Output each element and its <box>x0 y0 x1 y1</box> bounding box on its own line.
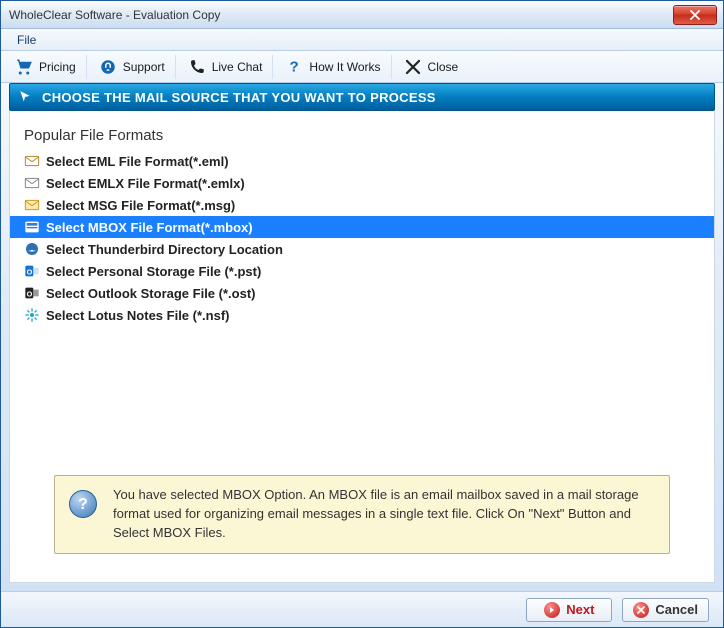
content-area: CHOOSE THE MAIL SOURCE THAT YOU WANT TO … <box>1 83 723 591</box>
toolbar-label: How It Works <box>309 60 380 74</box>
mail-icon <box>24 197 40 213</box>
toolbar-pricing[interactable]: Pricing <box>5 55 87 79</box>
outlook-icon: O <box>24 263 40 279</box>
cart-icon <box>15 58 33 76</box>
headset-icon <box>99 58 117 76</box>
toolbar-support[interactable]: Support <box>89 55 176 79</box>
toolbar-close[interactable]: Close <box>394 55 469 79</box>
cancel-icon <box>633 602 649 618</box>
format-label: Select EML File Format(*.eml) <box>46 154 229 169</box>
group-label: Popular File Formats <box>10 121 714 150</box>
toolbar-label: Close <box>428 60 459 74</box>
format-pst[interactable]: O Select Personal Storage File (*.pst) <box>10 260 714 282</box>
format-eml[interactable]: Select EML File Format(*.eml) <box>10 150 714 172</box>
window-title: WholeClear Software - Evaluation Copy <box>9 8 673 22</box>
format-label: Select Outlook Storage File (*.ost) <box>46 286 255 301</box>
app-window: WholeClear Software - Evaluation Copy Fi… <box>0 0 724 628</box>
spacer <box>10 326 714 467</box>
menubar: File <box>1 29 723 51</box>
cancel-button[interactable]: Cancel <box>622 598 709 622</box>
format-label: Select Thunderbird Directory Location <box>46 242 283 257</box>
format-ost[interactable]: O Select Outlook Storage File (*.ost) <box>10 282 714 304</box>
next-button[interactable]: Next <box>526 598 612 622</box>
x-icon <box>404 58 422 76</box>
button-label: Cancel <box>655 602 698 617</box>
format-list: Select EML File Format(*.eml) Select EML… <box>10 150 714 326</box>
pointer-icon <box>16 88 34 106</box>
phone-icon <box>188 58 206 76</box>
format-panel: Popular File Formats Select EML File For… <box>9 111 715 583</box>
format-label: Select MBOX File Format(*.mbox) <box>46 220 253 235</box>
question-icon: ? <box>285 58 303 76</box>
format-label: Select EMLX File Format(*.emlx) <box>46 176 245 191</box>
info-text: You have selected MBOX Option. An MBOX f… <box>113 486 655 543</box>
titlebar: WholeClear Software - Evaluation Copy <box>1 1 723 29</box>
window-close-button[interactable] <box>673 5 717 25</box>
arrow-right-icon <box>544 602 560 618</box>
button-label: Next <box>566 602 594 617</box>
format-label: Select Lotus Notes File (*.nsf) <box>46 308 229 323</box>
format-mbox[interactable]: Select MBOX File Format(*.mbox) <box>10 216 714 238</box>
format-nsf[interactable]: Select Lotus Notes File (*.nsf) <box>10 304 714 326</box>
svg-text:?: ? <box>290 58 299 75</box>
format-thunderbird[interactable]: Select Thunderbird Directory Location <box>10 238 714 260</box>
toolbar-livechat[interactable]: Live Chat <box>178 55 274 79</box>
toolbar-howitworks[interactable]: ? How It Works <box>275 55 391 79</box>
format-label: Select Personal Storage File (*.pst) <box>46 264 261 279</box>
menu-file[interactable]: File <box>9 31 44 49</box>
banner-text: CHOOSE THE MAIL SOURCE THAT YOU WANT TO … <box>42 90 436 105</box>
mbox-icon <box>24 219 40 235</box>
help-icon: ? <box>69 490 97 518</box>
outlook-dark-icon: O <box>24 285 40 301</box>
mail-icon <box>24 153 40 169</box>
toolbar-label: Pricing <box>39 60 76 74</box>
thunderbird-icon <box>24 241 40 257</box>
footer: Next Cancel <box>1 591 723 627</box>
toolbar: Pricing Support Live Chat ? How It Works… <box>1 51 723 83</box>
format-label: Select MSG File Format(*.msg) <box>46 198 235 213</box>
format-msg[interactable]: Select MSG File Format(*.msg) <box>10 194 714 216</box>
svg-text:O: O <box>27 289 33 298</box>
close-icon <box>690 10 700 20</box>
step-banner: CHOOSE THE MAIL SOURCE THAT YOU WANT TO … <box>9 83 715 111</box>
lotus-icon <box>24 307 40 323</box>
svg-text:O: O <box>27 267 33 276</box>
format-emlx[interactable]: Select EMLX File Format(*.emlx) <box>10 172 714 194</box>
info-box: ? You have selected MBOX Option. An MBOX… <box>54 475 670 554</box>
toolbar-label: Support <box>123 60 165 74</box>
mail-icon <box>24 175 40 191</box>
toolbar-label: Live Chat <box>212 60 263 74</box>
